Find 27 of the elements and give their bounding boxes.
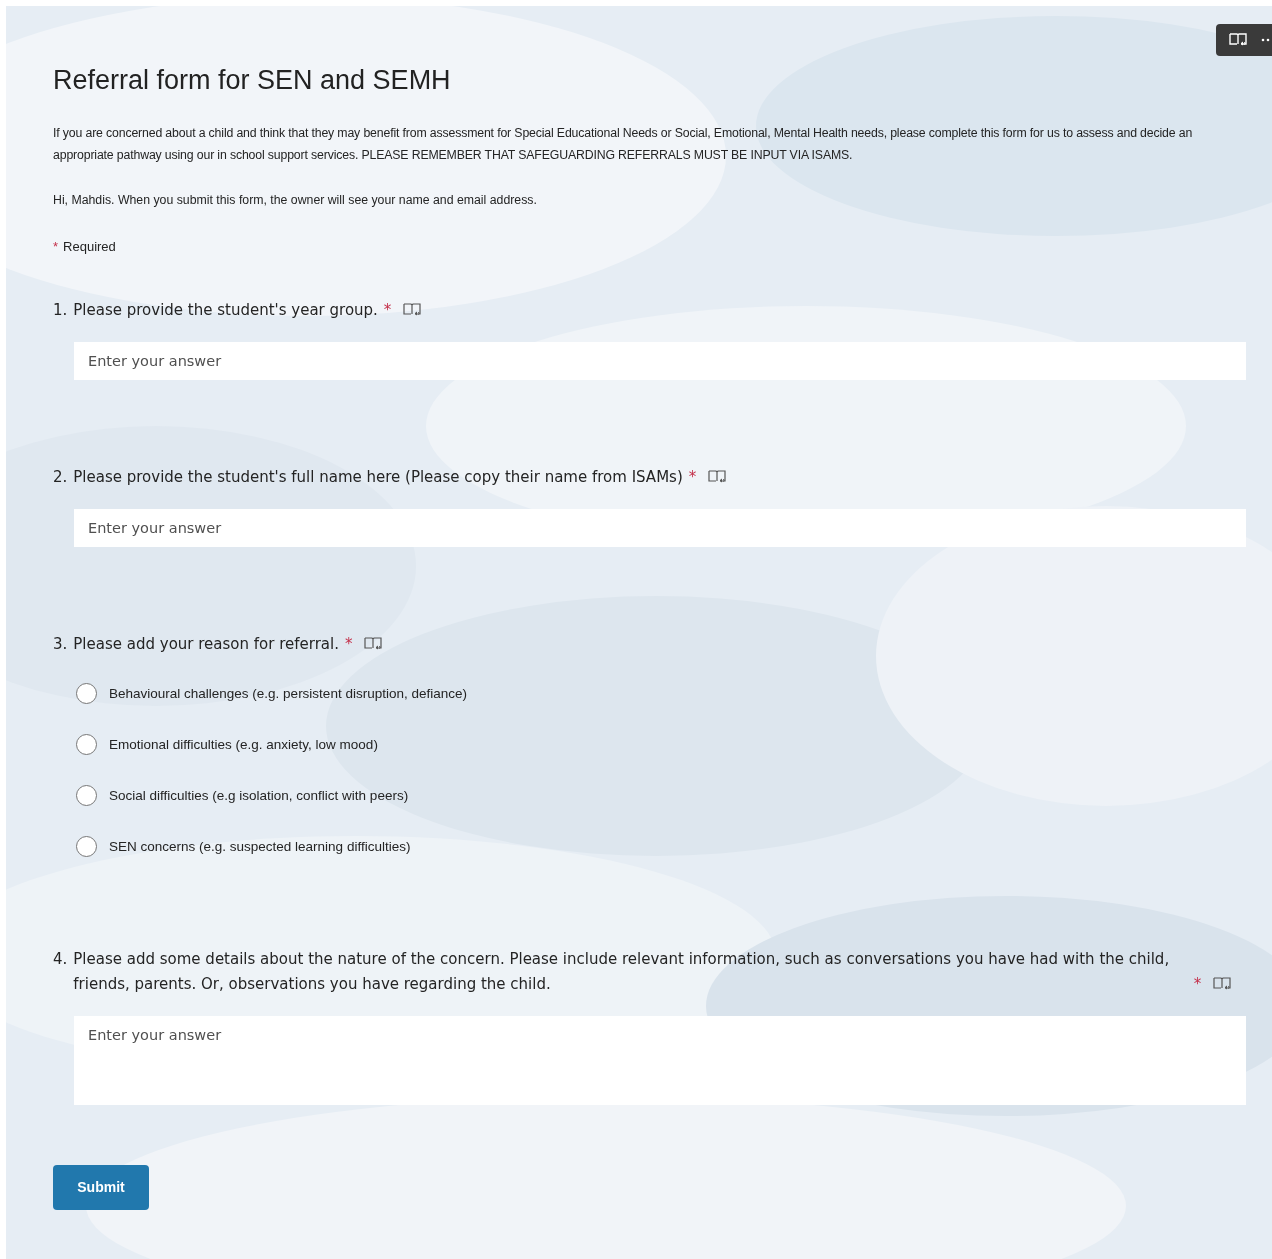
required-asterisk: *	[383, 300, 392, 322]
required-asterisk: *	[688, 467, 697, 489]
option-label: Behavioural challenges (e.g. persistent disruption, defiance)	[109, 684, 467, 703]
question-text: Please provide the student's full name here (Please copy their name from ISAMs)	[73, 467, 683, 489]
question-text: Please provide the student's year group.	[73, 300, 378, 322]
required-asterisk: *	[344, 634, 353, 656]
required-asterisk: *	[1193, 974, 1202, 996]
answer-field[interactable]: Enter your answer	[74, 342, 1246, 381]
immersive-reader-icon[interactable]	[1229, 32, 1249, 48]
answer-field[interactable]: Enter your answer	[74, 1016, 1246, 1106]
greeting-text: Hi, Mahdis. When you submit this form, the owner will see your name and email address.	[53, 192, 538, 210]
question-number: 4.	[53, 949, 68, 971]
more-icon[interactable]	[1261, 38, 1271, 42]
question-number: 1.	[53, 300, 68, 322]
question-text: Please add your reason for referral.	[73, 634, 339, 656]
option-label: SEN concerns (e.g. suspected learning difficulties)	[109, 837, 411, 856]
question-number: 3.	[53, 634, 68, 656]
form-title: Referral form for SEN and SEMH	[53, 64, 452, 97]
required-label: Required	[63, 237, 116, 256]
option-label: Emotional difficulties (e.g. anxiety, low mood)	[109, 735, 378, 754]
submit-button[interactable]: Submit	[53, 1165, 149, 1211]
answer-field[interactable]: Enter your answer	[74, 509, 1246, 548]
option-label: Social difficulties (e.g isolation, conflict with peers)	[109, 786, 409, 805]
required-asterisk: *	[53, 237, 59, 256]
question-number: 2.	[53, 467, 68, 489]
question-text: Please add some details about the nature of the concern. Please include relevant information, such as conversations you have had with the child, friends, parents. Or, observations you have regarding the child.	[73, 949, 1171, 996]
form-description: If you are concerned about a child and think that they may benefit from assessment for Special Educational Needs or Social, Emotional, Mental Health needs, please complete this form for us to assess and decide an appropriate pathway using our in school support services. PLEASE REMEMBER THAT SAFEGUARDING REFERRALS MUST BE INPUT VIA ISAMS.	[53, 125, 1194, 165]
